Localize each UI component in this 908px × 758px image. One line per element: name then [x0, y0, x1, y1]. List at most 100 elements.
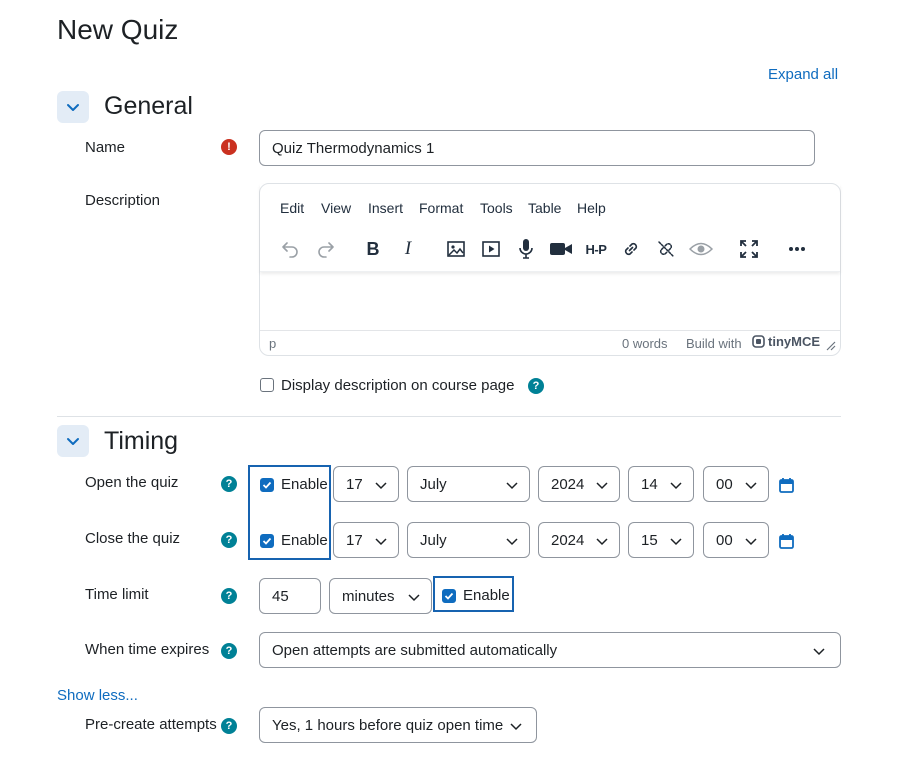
time-limit-unit-select[interactable]: minutes [329, 578, 432, 614]
expand-all-link[interactable]: Expand all [768, 66, 838, 83]
time-limit-label: Time limit [85, 586, 149, 603]
check-icon [444, 592, 454, 600]
chevron-down-icon [745, 482, 757, 490]
element-path[interactable]: p [269, 336, 276, 351]
menu-view[interactable]: View [321, 200, 351, 216]
timing-collapse-toggle[interactable] [57, 425, 89, 457]
help-icon[interactable]: ? [528, 378, 544, 394]
close-enable-checkbox[interactable] [260, 534, 274, 548]
time-limit-enable-checkbox[interactable] [442, 589, 456, 603]
help-icon[interactable]: ? [221, 643, 237, 659]
open-minute-value: 00 [716, 475, 733, 493]
image-icon[interactable] [443, 236, 469, 262]
general-section-title: General [104, 92, 193, 120]
close-enable-label: Enable [281, 532, 328, 549]
when-time-expires-label: When time expires [85, 641, 210, 658]
chevron-down-icon [506, 538, 518, 546]
open-hour-select[interactable]: 14 [628, 466, 694, 502]
description-label: Description [85, 192, 161, 209]
fullscreen-icon[interactable] [736, 236, 762, 262]
help-icon[interactable]: ? [221, 588, 237, 604]
name-label: Name [85, 139, 126, 156]
help-icon[interactable]: ? [221, 718, 237, 734]
tinymce-icon [752, 335, 765, 348]
open-day-value: 17 [346, 475, 363, 493]
close-minute-value: 00 [716, 531, 733, 549]
help-icon[interactable]: ? [221, 476, 237, 492]
link-icon[interactable] [618, 236, 644, 262]
section-divider [57, 416, 841, 417]
open-day-select[interactable]: 17 [333, 466, 399, 502]
editor-toolbar: Edit View Insert Format Tools Table Help… [260, 184, 840, 272]
open-year-value: 2024 [551, 475, 585, 493]
bold-icon[interactable]: B [360, 236, 386, 262]
build-with-label: Build with [686, 336, 742, 351]
chevron-down-icon [375, 538, 387, 546]
tinymce-logo[interactable]: tinyMCE [752, 334, 820, 349]
close-hour-select[interactable]: 15 [628, 522, 694, 558]
open-minute-select[interactable]: 00 [703, 466, 769, 502]
precreate-attempts-label: Pre-create attempts [85, 716, 217, 733]
chevron-down-icon [510, 723, 522, 731]
chevron-down-icon [670, 538, 682, 546]
close-day-select[interactable]: 17 [333, 522, 399, 558]
menu-edit[interactable]: Edit [280, 200, 304, 216]
close-minute-select[interactable]: 00 [703, 522, 769, 558]
required-icon[interactable]: ! [221, 139, 237, 155]
menu-tools[interactable]: Tools [480, 200, 513, 216]
menu-insert[interactable]: Insert [368, 200, 403, 216]
media-icon[interactable] [478, 236, 504, 262]
open-enable-label: Enable [281, 476, 328, 493]
open-year-select[interactable]: 2024 [538, 466, 620, 502]
description-editor: Edit View Insert Format Tools Table Help… [259, 183, 841, 356]
help-icon[interactable]: ? [221, 532, 237, 548]
more-options-icon[interactable] [784, 236, 810, 262]
h5p-icon[interactable]: H-P [581, 236, 611, 262]
calendar-icon[interactable] [779, 533, 794, 549]
when-time-expires-value: Open attempts are submitted automaticall… [272, 641, 558, 659]
show-less-link[interactable]: Show less... [57, 687, 138, 704]
when-time-expires-select[interactable]: Open attempts are submitted automaticall… [259, 632, 841, 668]
check-icon [262, 537, 272, 545]
word-count[interactable]: 0 words [622, 336, 668, 351]
resize-handle-icon[interactable] [826, 341, 836, 351]
chevron-down-icon [506, 482, 518, 490]
open-enable-checkbox[interactable] [260, 478, 274, 492]
open-quiz-label: Open the quiz [85, 474, 179, 491]
menu-table[interactable]: Table [528, 200, 561, 216]
name-input[interactable]: Quiz Thermodynamics 1 [259, 130, 815, 166]
chevron-down-icon [67, 104, 79, 111]
editor-content-area[interactable] [260, 273, 840, 330]
close-year-value: 2024 [551, 531, 585, 549]
time-limit-unit-value: minutes [342, 587, 395, 605]
chevron-down-icon [67, 438, 79, 445]
menu-help[interactable]: Help [577, 200, 606, 216]
microphone-icon[interactable] [513, 236, 539, 262]
close-year-select[interactable]: 2024 [538, 522, 620, 558]
preview-eye-icon[interactable] [688, 236, 714, 262]
general-collapse-toggle[interactable] [57, 91, 89, 123]
italic-icon[interactable]: I [395, 236, 421, 262]
redo-icon[interactable] [313, 236, 339, 262]
video-camera-icon[interactable] [548, 236, 574, 262]
chevron-down-icon [408, 594, 420, 602]
menu-format[interactable]: Format [419, 200, 463, 216]
chevron-down-icon [596, 538, 608, 546]
unlink-icon[interactable] [653, 236, 679, 262]
display-description-checkbox[interactable] [260, 378, 274, 392]
open-month-select[interactable]: July [407, 466, 530, 502]
timing-section-title: Timing [104, 427, 179, 455]
chevron-down-icon [375, 482, 387, 490]
editor-statusbar: p 0 words Build with tinyMCE [260, 330, 840, 356]
undo-icon[interactable] [277, 236, 303, 262]
open-month-value: July [420, 475, 447, 493]
time-limit-input[interactable]: 45 [259, 578, 321, 614]
precreate-attempts-select[interactable]: Yes, 1 hours before quiz open time [259, 707, 537, 743]
close-month-select[interactable]: July [407, 522, 530, 558]
chevron-down-icon [745, 538, 757, 546]
check-icon [262, 481, 272, 489]
calendar-icon[interactable] [779, 477, 794, 493]
open-hour-value: 14 [641, 475, 658, 493]
page-title: New Quiz [57, 14, 179, 45]
close-month-value: July [420, 531, 447, 549]
